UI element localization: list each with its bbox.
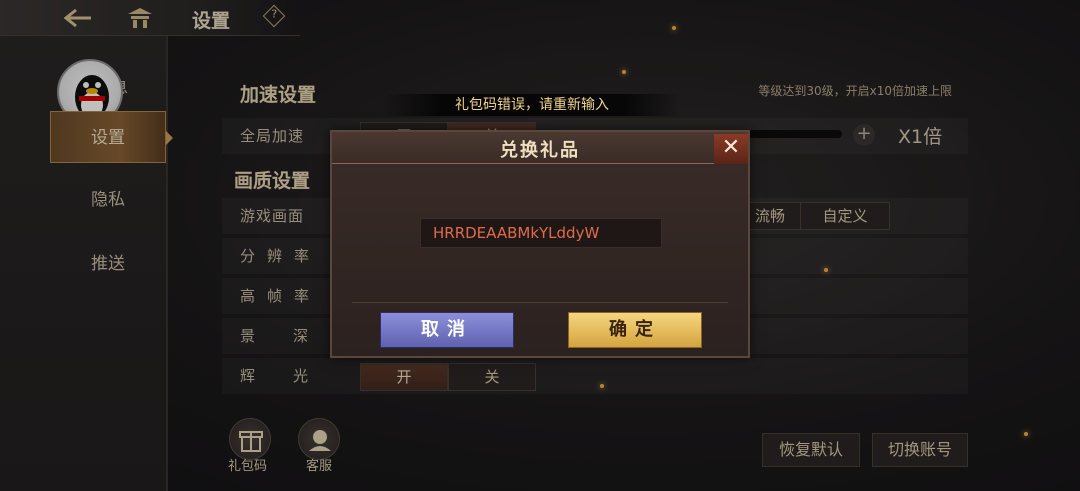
dialog-title: 兑换礼品 <box>500 140 580 161</box>
redeem-dialog: 兑换礼品 ✕ 取消 确定 <box>330 130 750 358</box>
dialog-divider <box>352 302 728 303</box>
error-toast: 礼包码错误，请重新输入 <box>382 94 682 116</box>
close-button[interactable]: ✕ <box>714 134 748 164</box>
gift-code-input[interactable] <box>420 218 662 248</box>
confirm-button[interactable]: 确定 <box>568 312 702 348</box>
cancel-button[interactable]: 取消 <box>380 312 514 348</box>
